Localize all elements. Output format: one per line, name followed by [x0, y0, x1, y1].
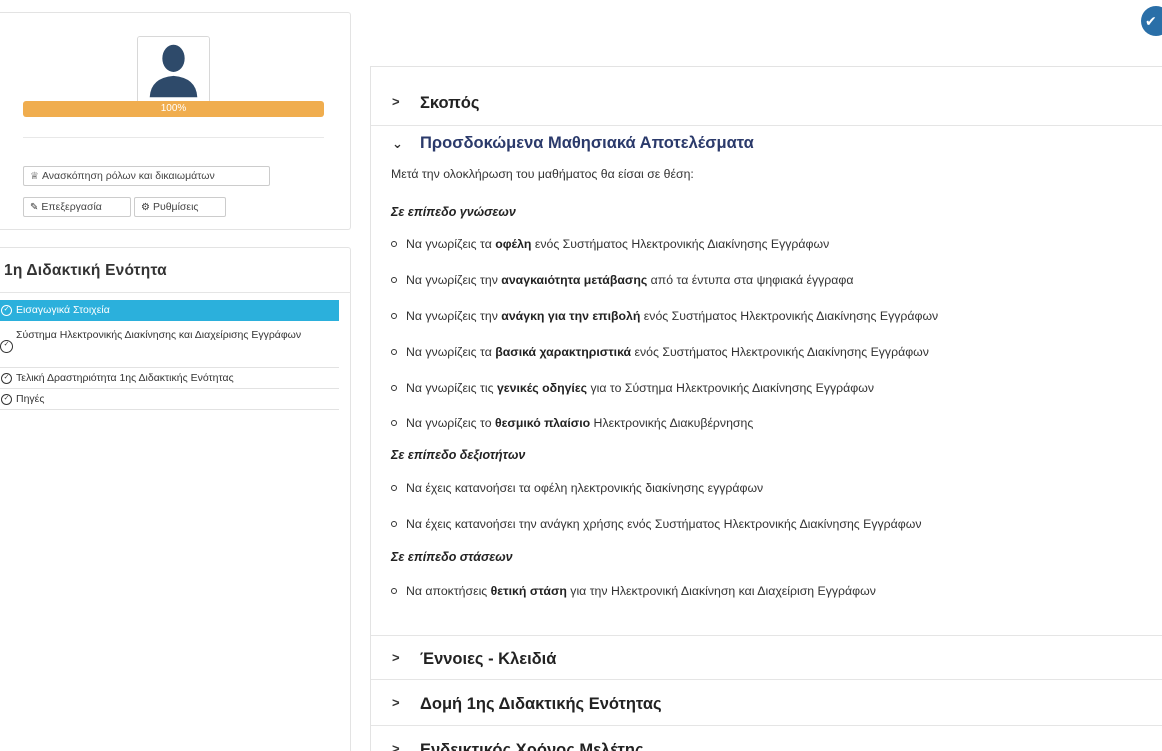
- bullet: [391, 485, 397, 491]
- edit-label: Επεξεργασία: [41, 201, 102, 213]
- nav-item-label: Τελική Δραστηριότητα 1ης Διδακτικής Ενότ…: [16, 372, 234, 384]
- user-shield-icon: ♕: [30, 171, 39, 182]
- gear-icon: ⚙: [141, 202, 150, 213]
- unit-title: 1η Διδακτική Ενότητα: [4, 262, 167, 279]
- avatar[interactable]: [137, 36, 210, 105]
- progress-fill: 100%: [23, 101, 324, 117]
- roles-review-button[interactable]: ♕ Ανασκόπηση ρόλων και δικαιωμάτων: [23, 166, 270, 186]
- check-circle-icon: ✓: [1, 394, 12, 405]
- section-title: Δομή 1ης Διδακτικής Ενότητας: [420, 695, 662, 713]
- pencil-icon: ✎: [30, 202, 39, 213]
- chevron-right-icon: >: [392, 94, 400, 109]
- list-item: Να έχεις κατανοήσει την ανάγκη χρήσης εν…: [391, 517, 921, 531]
- section-scope-header[interactable]: > Σκοπός: [371, 77, 1162, 126]
- list-item: Να γνωρίζεις τις γενικές οδηγίες για το …: [391, 381, 874, 395]
- divider: [23, 137, 324, 138]
- section-title: Σκοπός: [420, 94, 480, 112]
- nav-item-final-activity[interactable]: ✓ Τελική Δραστηριότητα 1ης Διδακτικής Εν…: [0, 368, 339, 389]
- outcomes-intro: Μετά την ολοκλήρωση του μαθήματος θα είσ…: [391, 167, 694, 181]
- category-knowledge: Σε επίπεδο γνώσεων: [391, 205, 516, 219]
- nav-item-label: Σύστημα Ηλεκτρονικής Διακίνησης και Διαχ…: [16, 329, 302, 341]
- divider: [0, 292, 351, 293]
- bullet: [391, 521, 397, 527]
- bullet: [391, 420, 397, 426]
- unit-navigation: 1η Διδακτική Ενότητα ✓ Εισαγωγικά Στοιχε…: [0, 247, 351, 751]
- check-circle-icon: ✓: [1, 373, 12, 384]
- bullet: [391, 313, 397, 319]
- roles-review-label: Ανασκόπηση ρόλων και δικαιωμάτων: [41, 170, 215, 182]
- section-title: Έννοιες - Κλειδιά: [420, 650, 557, 668]
- chevron-down-icon: ⌄: [392, 136, 403, 151]
- section-title: Προσδοκώμενα Μαθησιακά Αποτελέσματα: [420, 134, 754, 152]
- list-item: Να αποκτήσεις θετική στάση για την Ηλεκτ…: [391, 584, 876, 598]
- nav-item-sources[interactable]: ✓ Πηγές: [0, 389, 339, 410]
- section-study-time-header[interactable]: > Ενδεικτικός Χρόνος Μελέτης: [371, 727, 1162, 751]
- chevron-right-icon: >: [392, 741, 400, 751]
- check-circle-icon: ✓: [1, 305, 12, 316]
- list-item: Να γνωρίζεις τα βασικά χαρακτηριστικά εν…: [391, 345, 929, 359]
- check-circle-icon: ✓: [0, 340, 13, 353]
- list-item: Να έχεις κατανοήσει τα οφέλη ηλεκτρονική…: [391, 481, 763, 495]
- bullet: [391, 241, 397, 247]
- profile-card: 100% ♕ Ανασκόπηση ρόλων και δικαιωμάτων ✎…: [0, 12, 351, 230]
- category-attitudes: Σε επίπεδο στάσεων: [391, 550, 513, 564]
- category-skills: Σε επίπεδο δεξιοτήτων: [391, 448, 526, 462]
- lesson-content: > Σκοπός ⌄ Προσδοκώμενα Μαθησιακά Αποτελ…: [370, 66, 1162, 751]
- list-item: Να γνωρίζεις την ανάγκη για την επιβολή …: [391, 309, 938, 323]
- bullet: [391, 349, 397, 355]
- bullet: [391, 588, 397, 594]
- check-badge-icon[interactable]: ✔: [1141, 6, 1162, 36]
- section-concepts-header[interactable]: > Έννοιες - Κλειδιά: [371, 635, 1162, 680]
- list-item: Να γνωρίζεις τα οφέλη ενός Συστήματος Ηλ…: [391, 237, 829, 251]
- list-item: Να γνωρίζεις την αναγκαιότητα μετάβασης …: [391, 273, 853, 287]
- nav-item-label: Εισαγωγικά Στοιχεία: [16, 304, 110, 316]
- nav-item-introduction[interactable]: ✓ Εισαγωγικά Στοιχεία: [0, 300, 339, 321]
- chevron-right-icon: >: [392, 650, 400, 665]
- section-outcomes-header[interactable]: ⌄ Προσδοκώμενα Μαθησιακά Αποτελέσματα: [371, 127, 1162, 157]
- progress-bar: 100%: [23, 101, 324, 117]
- list-item: Να γνωρίζεις το θεσμικό πλαίσιο Ηλεκτρον…: [391, 416, 753, 430]
- user-silhouette-icon: [138, 37, 209, 104]
- section-structure-header[interactable]: > Δομή 1ης Διδακτικής Ενότητας: [371, 681, 1162, 726]
- bullet: [391, 385, 397, 391]
- settings-label: Ρυθμίσεις: [152, 201, 199, 213]
- chevron-right-icon: >: [392, 695, 400, 710]
- edit-button[interactable]: ✎ Επεξεργασία: [23, 197, 131, 217]
- nav-item-document-system[interactable]: ✓ Σύστημα Ηλεκτρονικής Διακίνησης και Δι…: [0, 321, 339, 368]
- settings-button[interactable]: ⚙ Ρυθμίσεις: [134, 197, 226, 217]
- section-title: Ενδεικτικός Χρόνος Μελέτης: [420, 741, 644, 751]
- nav-item-label: Πηγές: [16, 393, 45, 405]
- bullet: [391, 277, 397, 283]
